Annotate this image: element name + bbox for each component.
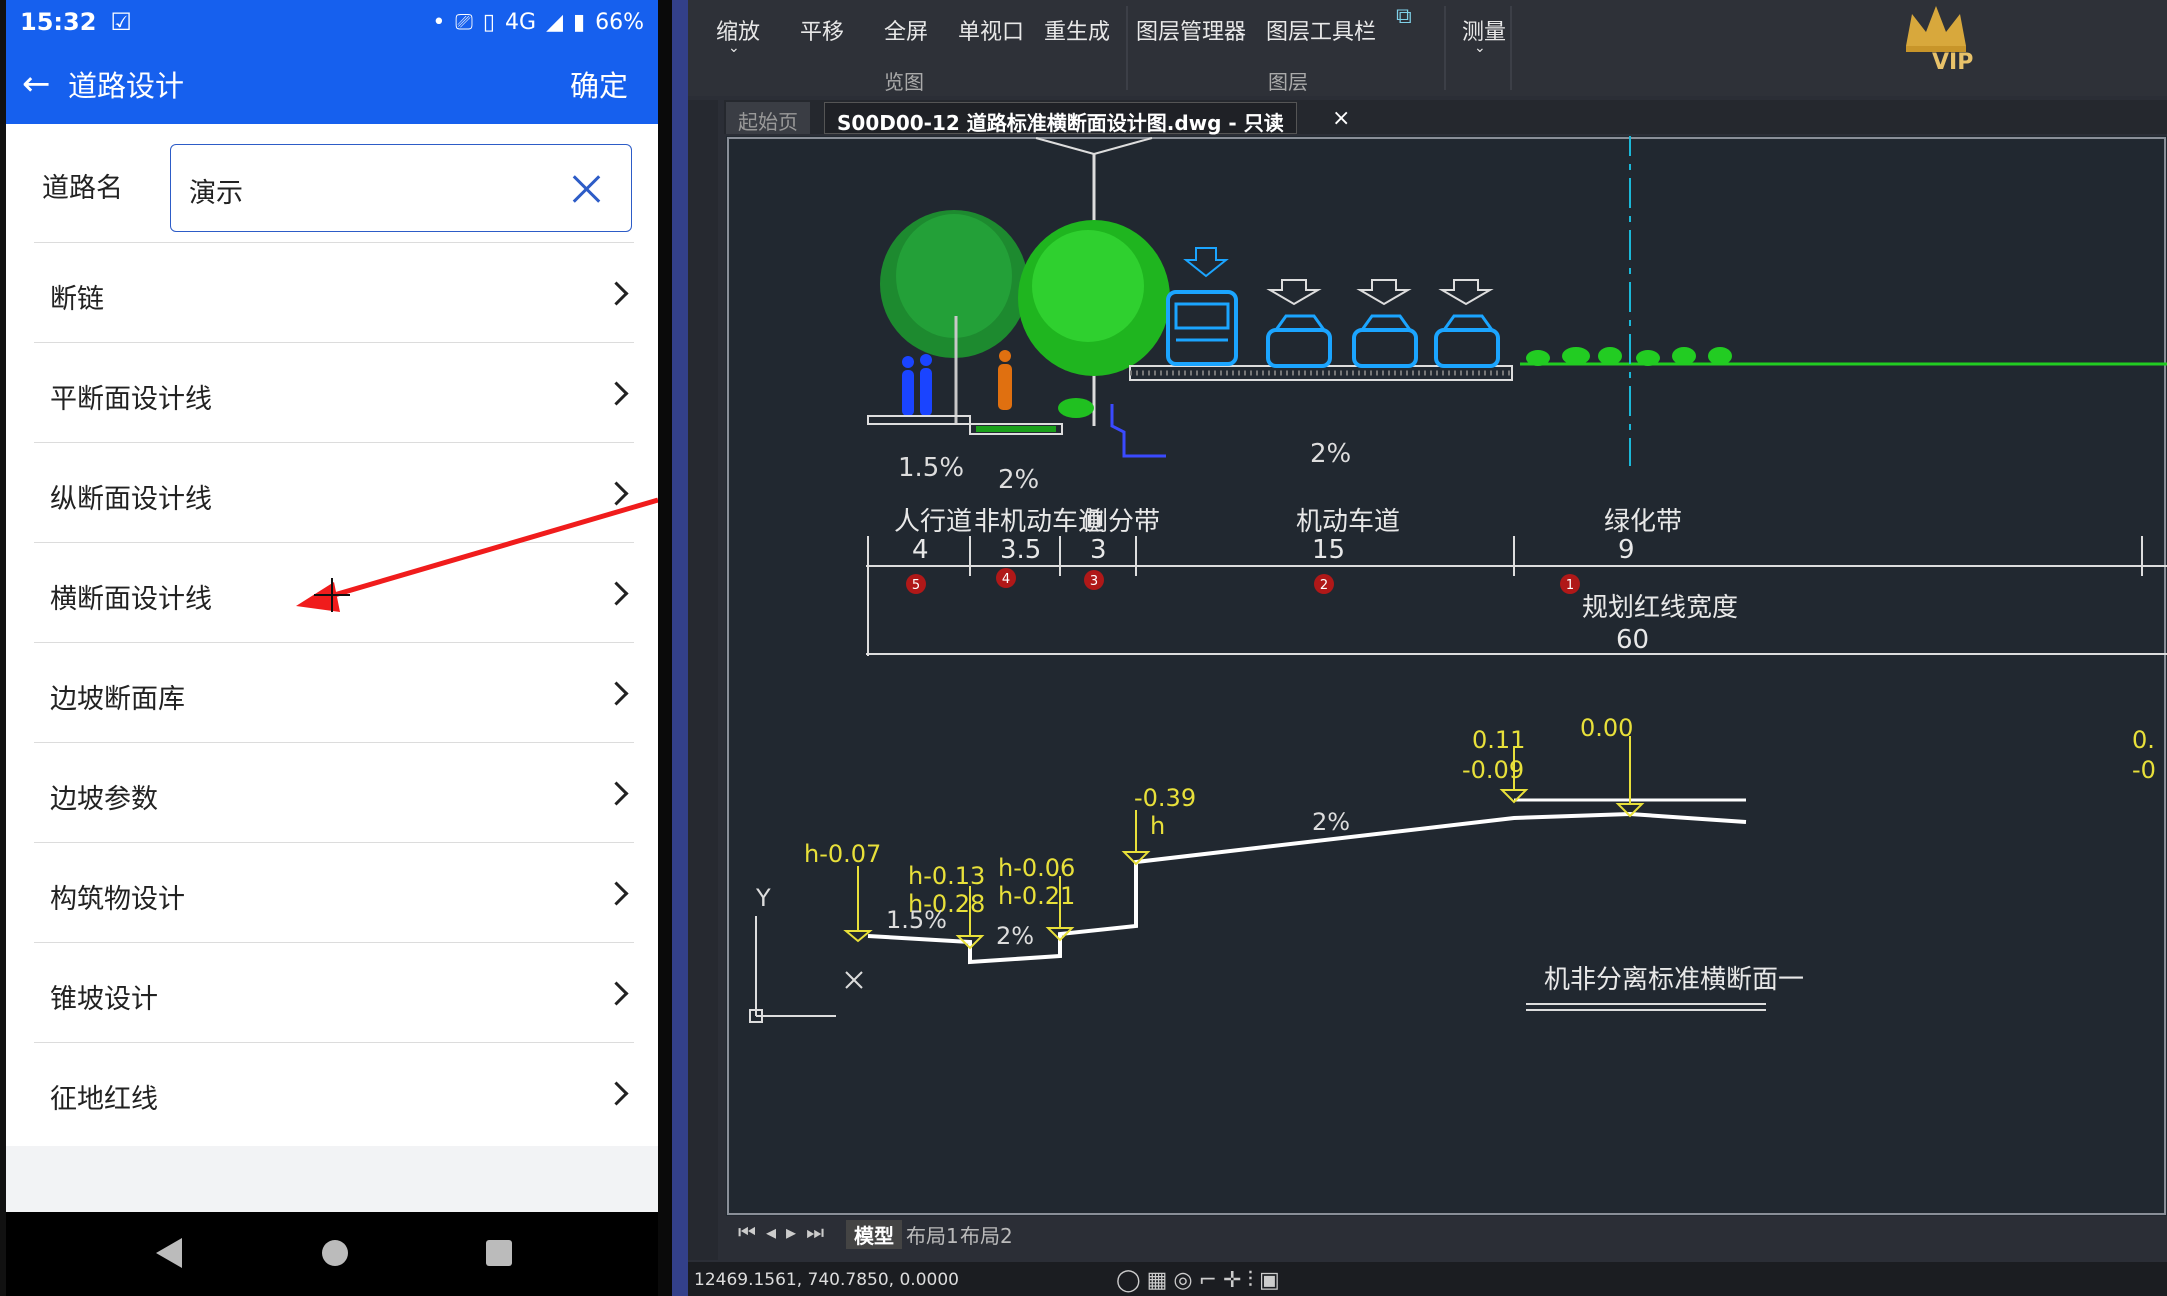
car-icon xyxy=(1266,279,1332,368)
elevation-label: h-0.07 xyxy=(804,840,881,868)
car-icon xyxy=(1434,279,1500,368)
ucs-icon xyxy=(749,916,863,1023)
slope-label: 1.5% xyxy=(886,906,947,934)
tab-start-page[interactable]: 起始页 xyxy=(726,102,810,134)
elevation-label: h-0.13 xyxy=(908,862,985,890)
regen-button[interactable]: 重生成 xyxy=(1044,14,1110,46)
chevron-down-icon[interactable]: ⌄ xyxy=(728,40,740,56)
drawing-caption: 机非分离标准横断面一 xyxy=(1544,965,1804,995)
elevation-label: h-0.06 xyxy=(998,854,1075,882)
status-toggle-icons[interactable]: ◯▦◎⌐✛⫶▣ xyxy=(1116,1268,1286,1293)
slope-label: 2% xyxy=(1312,808,1350,836)
pan-button[interactable]: 平移 xyxy=(800,14,844,46)
annotation-arrow xyxy=(296,497,658,612)
total-width-label: 规划红线宽度 xyxy=(1582,593,1738,623)
slope-label: 1.5% xyxy=(898,453,964,483)
nav-back-icon[interactable] xyxy=(156,1238,182,1268)
layers-icon[interactable]: ⧉ xyxy=(1396,4,1412,29)
elevation-label: h-0.21 xyxy=(998,882,1075,910)
android-nav-bar xyxy=(6,1212,658,1296)
car-icon xyxy=(1352,279,1418,368)
tab-layout2[interactable]: 布局2 xyxy=(960,1220,1013,1249)
elevation-label: -0.39 xyxy=(1134,784,1196,812)
layer-manager-button[interactable]: 图层管理器 xyxy=(1136,14,1246,46)
tree-small xyxy=(1018,220,1170,376)
segment-name: 绿化带 xyxy=(1604,507,1682,537)
slope-label: 2% xyxy=(1310,439,1351,469)
ribbon-toolbar: 缩放 ⌄ 平移 全屏 单视口 重生成 图层管理器 图层工具栏 ⧉ 测量 ⌄ 览图… xyxy=(688,0,2167,96)
total-width-value: 60 xyxy=(1616,625,1649,655)
segment-width: 4 xyxy=(912,535,929,565)
cad-status-bar: 12469.1561, 740.7850, 0.0000 ◯▦◎⌐✛⫶▣ xyxy=(688,1262,2167,1296)
segment-width: 3.5 xyxy=(1000,535,1041,565)
group-label-view: 览图 xyxy=(884,70,924,94)
side-toolbar[interactable] xyxy=(688,100,718,1260)
coordinate-readout: 12469.1561, 740.7850, 0.0000 xyxy=(694,1270,959,1290)
cad-window: 缩放 ⌄ 平移 全屏 单视口 重生成 图层管理器 图层工具栏 ⧉ 测量 ⌄ 览图… xyxy=(688,0,2167,1296)
shrub-icon xyxy=(1058,398,1094,418)
cyclist-icon xyxy=(998,350,1012,410)
segment-badge: 1 xyxy=(1566,578,1574,593)
divider xyxy=(658,0,672,1296)
segment-width: 15 xyxy=(1312,535,1345,565)
axis-y-label: Y xyxy=(755,884,771,912)
vip-label[interactable]: VIP xyxy=(1932,50,1973,75)
elevation-label: 0. xyxy=(2132,726,2155,754)
layout-nav-icons[interactable]: ⏮◂▸⏭ xyxy=(738,1220,834,1244)
segment-name: 人行道 xyxy=(894,507,972,537)
bus-icon xyxy=(1166,247,1238,366)
segment-badge: 3 xyxy=(1090,574,1098,589)
group-separator xyxy=(1126,6,1128,90)
segment-badge: 5 xyxy=(912,578,920,593)
document-tabbar: 起始页 S00D00-12 道路标准横断面设计图.dwg - 只读 × xyxy=(724,100,2167,135)
group-label-layer: 图层 xyxy=(1268,70,1308,94)
pedestrian-icon xyxy=(902,354,932,416)
phone-app: 15:32 ☑ • ⎚ ▯ 4G ◢ ▮ 66% ← 道路设计 确定 道路名 演… xyxy=(6,0,658,1296)
chevron-down-icon[interactable]: ⌄ xyxy=(1474,40,1486,56)
nav-home-icon[interactable] xyxy=(322,1240,348,1266)
layout-tabbar: ⏮◂▸⏭ 模型 布局1 布局2 xyxy=(726,1216,2167,1250)
single-viewport-button[interactable]: 单视口 xyxy=(958,14,1024,46)
phone-screen: 15:32 ☑ • ⎚ ▯ 4G ◢ ▮ 66% ← 道路设计 确定 道路名 演… xyxy=(0,0,665,1296)
fullscreen-button[interactable]: 全屏 xyxy=(884,14,928,46)
divider xyxy=(672,0,688,1296)
group-separator xyxy=(1510,6,1512,90)
slope-label: 2% xyxy=(996,922,1034,950)
group-separator xyxy=(1444,6,1446,90)
tab-model[interactable]: 模型 xyxy=(846,1220,902,1249)
elevation-label: 0.11 xyxy=(1472,726,1525,754)
segment-width: 9 xyxy=(1618,535,1635,565)
drawing-canvas[interactable]: 1.5% 2% 2% 人行道 非机动车道 侧分带 机动车道 绿化带 4 3.5 … xyxy=(726,136,2167,1216)
layer-toolbar-button[interactable]: 图层工具栏 xyxy=(1266,14,1376,46)
elevation-label: -0.09 xyxy=(1462,756,1524,784)
tab-layout1[interactable]: 布局1 xyxy=(906,1220,959,1249)
segment-name: 机动车道 xyxy=(1296,507,1400,537)
slope-label: 2% xyxy=(998,465,1039,495)
segment-badge: 4 xyxy=(1002,572,1010,587)
cross-section-drawing: 1.5% 2% 2% 人行道 非机动车道 侧分带 机动车道 绿化带 4 3.5 … xyxy=(727,136,2167,1215)
segment-badge: 2 xyxy=(1320,578,1328,593)
segment-width: 3 xyxy=(1090,535,1107,565)
nav-recent-icon[interactable] xyxy=(486,1240,512,1266)
segment-name: 侧分带 xyxy=(1082,507,1160,537)
elevation-label: -0 xyxy=(2132,756,2156,784)
tab-document[interactable]: S00D00-12 道路标准横断面设计图.dwg - 只读 xyxy=(824,102,1297,135)
elevation-label: h xyxy=(1150,812,1165,840)
close-icon[interactable]: × xyxy=(1320,102,1362,134)
elevation-label: 0.00 xyxy=(1580,714,1633,742)
